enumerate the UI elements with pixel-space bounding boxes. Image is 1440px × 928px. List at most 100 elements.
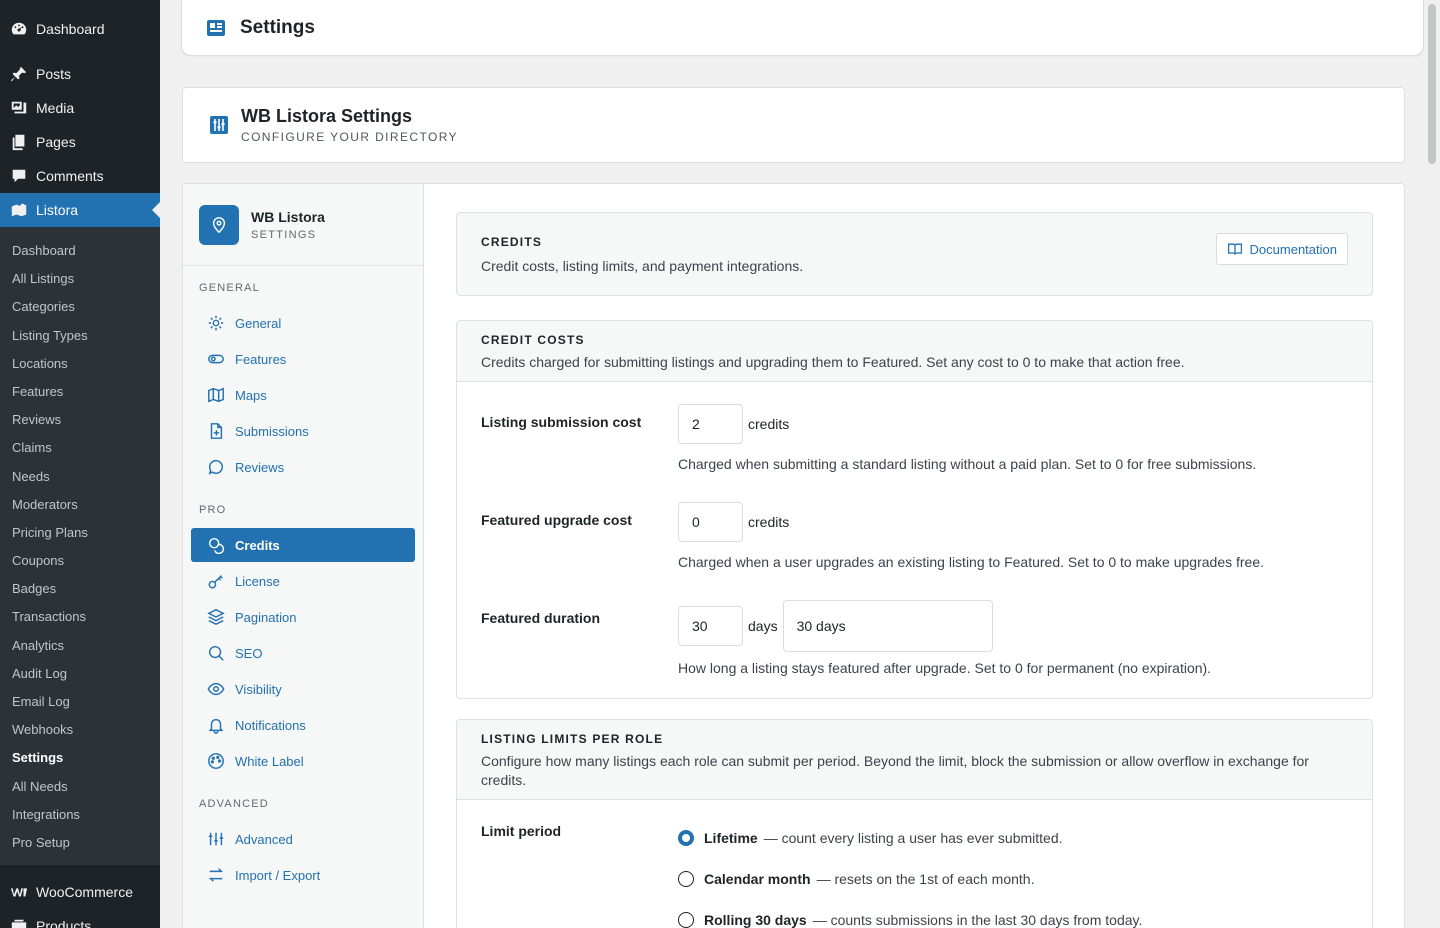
nav-item-label: Maps: [235, 387, 267, 403]
submenu-item[interactable]: Moderators: [0, 491, 160, 519]
submenu-item[interactable]: Badges: [0, 575, 160, 603]
nav-item-pagination[interactable]: Pagination: [191, 600, 415, 634]
admin-sidebar: Dashboard Posts Media Pages Comments Lis…: [0, 0, 160, 928]
nav-item-general[interactable]: General: [191, 306, 415, 340]
menu-posts[interactable]: Posts: [0, 57, 160, 91]
limit-period-radio-group: Lifetime — count every listing a user has…: [678, 814, 1348, 928]
menu-label: Pages: [36, 134, 76, 150]
nav-item-submissions[interactable]: Submissions: [191, 414, 415, 448]
bell-icon: [208, 718, 224, 734]
nav-item-reviews[interactable]: Reviews: [191, 450, 415, 484]
setting-row: Featured duration 30 days 30 days How lo…: [457, 600, 1372, 676]
listing-submission-cost-input[interactable]: 2: [678, 404, 743, 444]
submenu-item[interactable]: Dashboard: [0, 237, 160, 265]
nav-section-heading: PRO: [199, 504, 227, 516]
menu-woocommerce[interactable]: WooCommerce: [0, 875, 160, 909]
submenu-item[interactable]: Coupons: [0, 547, 160, 575]
featured-upgrade-cost-input[interactable]: 0: [678, 502, 743, 542]
menu-media[interactable]: Media: [0, 91, 160, 125]
panel-description: Configure how many listings each role ca…: [481, 753, 1309, 788]
search-icon: [208, 645, 224, 661]
unit-label: credits: [748, 416, 790, 432]
radio-button[interactable]: [678, 830, 694, 846]
radio-button[interactable]: [678, 871, 694, 887]
menu-label: Dashboard: [36, 21, 105, 37]
option-label: Calendar month: [704, 871, 811, 887]
plugin-title: WB Listora Settings: [241, 106, 413, 126]
nav-item-license[interactable]: License: [191, 564, 415, 598]
submenu-item[interactable]: Email Log: [0, 688, 160, 716]
nav-item-label: Pagination: [235, 609, 297, 625]
page-scrollbar[interactable]: [1424, 0, 1440, 928]
arrows-swap-icon: [208, 868, 224, 882]
featured-duration-select[interactable]: 30 days: [782, 600, 993, 652]
key-icon: [208, 575, 223, 589]
nav-item-advanced[interactable]: Advanced: [191, 822, 415, 856]
submenu-item[interactable]: Transactions: [0, 603, 160, 631]
nav-brand-title: WB Listora: [251, 208, 325, 225]
pin-icon: [10, 65, 28, 83]
nav-item-credits[interactable]: Credits: [191, 528, 415, 562]
unit-label: days: [748, 618, 778, 634]
limit-period-option[interactable]: Lifetime — count every listing a user has…: [678, 828, 1348, 848]
setting-row: Limit period Lifetime — count every listi…: [457, 800, 1372, 928]
option-label: Rolling 30 days: [704, 912, 807, 928]
radio-button[interactable]: [678, 912, 694, 928]
documentation-button[interactable]: Documentation: [1215, 233, 1348, 265]
nav-item-label: Reviews: [235, 459, 285, 475]
submenu-item[interactable]: All Needs: [0, 773, 160, 801]
menu-label: Posts: [36, 66, 72, 82]
toggle-icon: [208, 354, 224, 364]
nav-item-maps[interactable]: Maps: [191, 378, 415, 412]
nav-item-import-export[interactable]: Import / Export: [191, 858, 415, 892]
menu-comments[interactable]: Comments: [0, 159, 160, 193]
submenu-item[interactable]: Audit Log: [0, 660, 160, 688]
submenu-item[interactable]: Webhooks: [0, 716, 160, 744]
submenu-item[interactable]: Categories: [0, 293, 160, 321]
nav-item-seo[interactable]: SEO: [191, 636, 415, 670]
map-icon: [208, 387, 224, 403]
submenu-item[interactable]: Analytics: [0, 632, 160, 660]
submenu-item[interactable]: Features: [0, 378, 160, 406]
nav-item-white-label[interactable]: White Label: [191, 744, 415, 778]
nav-item-notifications[interactable]: Notifications: [191, 708, 415, 742]
submenu-item[interactable]: Locations: [0, 350, 160, 378]
setting-label: Limit period: [481, 823, 562, 839]
nav-brand-subtitle: SETTINGS: [251, 228, 317, 241]
submenu-item[interactable]: Pricing Plans: [0, 519, 160, 547]
nav-item-label: Credits: [235, 537, 280, 553]
scrollbar-thumb[interactable]: [1428, 4, 1436, 164]
nav-item-label: White Label: [235, 753, 304, 769]
menu-dashboard[interactable]: Dashboard: [0, 12, 160, 46]
nav-item-label: License: [235, 573, 280, 589]
menu-pages[interactable]: Pages: [0, 125, 160, 159]
menu-products[interactable]: Products: [0, 909, 160, 928]
map-icon: [10, 201, 28, 219]
submenu-item[interactable]: Settings: [0, 744, 160, 772]
listing-limits-panel: LISTING LIMITS PER ROLE Configure how ma…: [456, 719, 1373, 928]
limit-period-option[interactable]: Rolling 30 days — counts submissions in t…: [678, 910, 1348, 928]
submenu-item[interactable]: Needs: [0, 463, 160, 491]
nav-item-label: Visibility: [235, 681, 282, 697]
limit-period-option[interactable]: Calendar month — resets on the 1st of eac…: [678, 869, 1348, 889]
page-header: Settings: [181, 0, 1424, 56]
nav-item-features[interactable]: Features: [191, 342, 415, 376]
submenu-item[interactable]: Pro Setup: [0, 829, 160, 857]
coins-icon: [208, 537, 225, 554]
page-title: Settings: [240, 16, 315, 38]
submenu-item[interactable]: All Listings: [0, 265, 160, 293]
featured-duration-input[interactable]: 30: [678, 606, 743, 646]
option-description: — resets on the 1st of each month.: [816, 871, 1035, 887]
help-text: Charged when a user upgrades an existing…: [678, 554, 1265, 570]
submenu-item[interactable]: Integrations: [0, 801, 160, 829]
nav-brand: WB Listora SETTINGS: [183, 184, 423, 266]
submenu-item[interactable]: Reviews: [0, 406, 160, 434]
submenu-item[interactable]: Listing Types: [0, 322, 160, 350]
nav-item-label: Advanced: [235, 831, 293, 847]
menu-listora[interactable]: Listora: [0, 193, 160, 227]
settings-nav: WB Listora SETTINGS GENERAL General Featur…: [183, 184, 424, 928]
pages-icon: [10, 133, 28, 151]
nav-item-visibility[interactable]: Visibility: [191, 672, 415, 706]
submenu-item[interactable]: Claims: [0, 434, 160, 462]
palette-icon: [208, 753, 224, 769]
